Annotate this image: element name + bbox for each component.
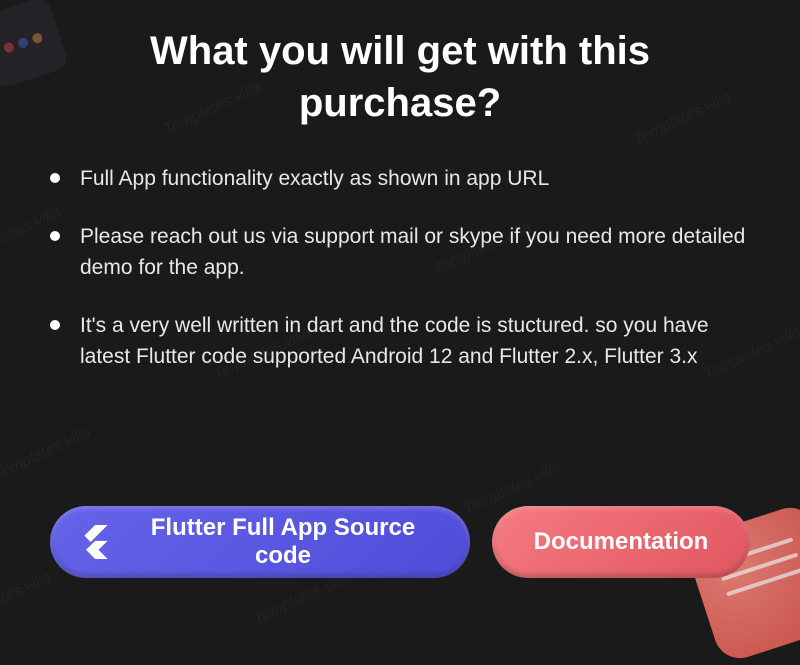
- list-item-text: Full App functionality exactly as shown …: [80, 164, 549, 194]
- list-item-text: Please reach out us via support mail or …: [80, 222, 750, 283]
- button-row: Flutter Full App Source code Documentati…: [50, 506, 750, 578]
- bullet-icon: [50, 320, 60, 330]
- list-item: Full App functionality exactly as shown …: [50, 164, 750, 194]
- list-item-text: It's a very well written in dart and the…: [80, 311, 750, 372]
- feature-list: Full App functionality exactly as shown …: [50, 164, 750, 486]
- button-label: Documentation: [534, 528, 709, 556]
- flutter-icon: [80, 525, 108, 559]
- bullet-icon: [50, 231, 60, 241]
- documentation-button[interactable]: Documentation: [492, 506, 750, 578]
- source-code-button[interactable]: Flutter Full App Source code: [50, 506, 470, 578]
- page-title: What you will get with this purchase?: [50, 25, 750, 129]
- bullet-icon: [50, 173, 60, 183]
- button-label: Flutter Full App Source code: [126, 514, 440, 570]
- list-item: Please reach out us via support mail or …: [50, 222, 750, 283]
- list-item: It's a very well written in dart and the…: [50, 311, 750, 372]
